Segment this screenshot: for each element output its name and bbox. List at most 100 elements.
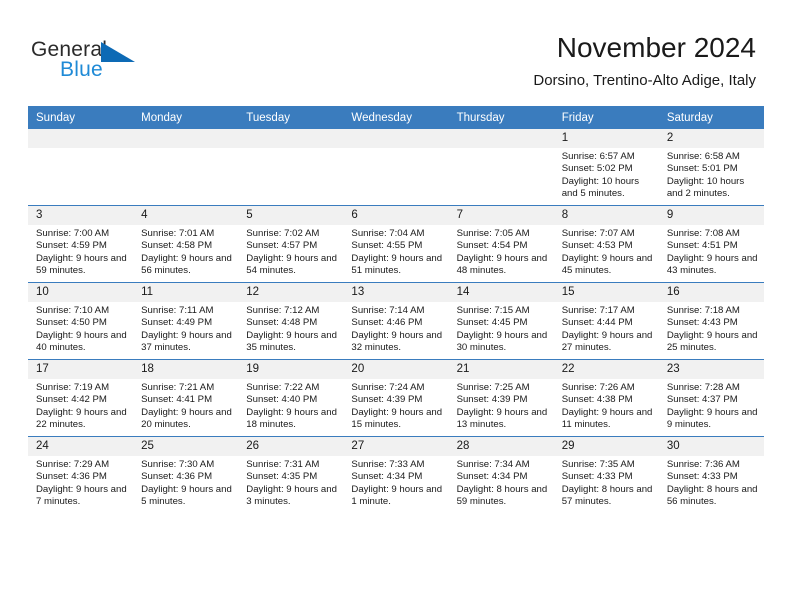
sunset-text: Sunset: 4:37 PM bbox=[666, 394, 738, 406]
sunset-text: Sunset: 4:40 PM bbox=[246, 394, 318, 406]
daylight-text: Daylight: 9 hours and 3 minutes. bbox=[246, 483, 337, 508]
sunrise-text: Sunrise: 7:14 AM bbox=[351, 305, 425, 316]
sunrise-text: Sunrise: 7:01 AM bbox=[141, 228, 215, 239]
daylight-text: Daylight: 9 hours and 5 minutes. bbox=[141, 483, 232, 508]
calendar-day-cell[interactable]: 30 Sunrise: 7:36 AM Sunset: 4:33 PM Dayligh… bbox=[658, 436, 764, 513]
general-blue-logo: General Blue bbox=[31, 38, 151, 82]
sunrise-text: Sunrise: 7:17 AM bbox=[561, 305, 635, 316]
day-details: Sunrise: 7:08 AM Sunset: 4:51 PM Daylight:… bbox=[659, 225, 764, 278]
calendar-day-cell[interactable]: 6 Sunrise: 7:04 AM Sunset: 4:55 PM Daylight… bbox=[343, 205, 449, 283]
daylight-text: Daylight: 8 hours and 57 minutes. bbox=[561, 483, 653, 508]
weekday-header-saturday: Saturday bbox=[658, 106, 764, 129]
day-details: Sunrise: 7:05 AM Sunset: 4:54 PM Daylight:… bbox=[449, 225, 554, 278]
day-details: Sunrise: 6:58 AM Sunset: 5:01 PM Daylight:… bbox=[659, 148, 764, 201]
sunset-text: Sunset: 5:01 PM bbox=[666, 163, 738, 175]
weekday-header-monday: Monday bbox=[133, 106, 239, 129]
calendar-day-cell[interactable]: 18 Sunrise: 7:21 AM Sunset: 4:41 PM Dayligh… bbox=[133, 359, 239, 437]
calendar-day-cell[interactable]: 22 Sunrise: 7:26 AM Sunset: 4:38 PM Dayligh… bbox=[553, 359, 659, 437]
day-number: 8 bbox=[553, 206, 659, 225]
day-details: Sunrise: 7:10 AM Sunset: 4:50 PM Daylight:… bbox=[28, 302, 133, 355]
calendar-day-cell[interactable]: 5 Sunrise: 7:02 AM Sunset: 4:57 PM Daylight… bbox=[238, 205, 344, 283]
calendar-day-cell[interactable]: 9 Sunrise: 7:08 AM Sunset: 4:51 PM Daylight… bbox=[658, 205, 764, 283]
day-number: 28 bbox=[448, 437, 554, 456]
day-number: 17 bbox=[28, 360, 134, 379]
calendar-day-cell[interactable]: 20 Sunrise: 7:24 AM Sunset: 4:39 PM Dayligh… bbox=[343, 359, 449, 437]
sunset-text: Sunset: 4:42 PM bbox=[36, 394, 107, 406]
day-number: 27 bbox=[343, 437, 449, 456]
weekday-header-wednesday: Wednesday bbox=[343, 106, 449, 129]
calendar-day-cell[interactable]: 4 Sunrise: 7:01 AM Sunset: 4:58 PM Daylight… bbox=[133, 205, 239, 283]
daylight-text: Daylight: 8 hours and 59 minutes. bbox=[456, 483, 548, 508]
calendar-day-cell[interactable]: 16 Sunrise: 7:18 AM Sunset: 4:43 PM Dayligh… bbox=[658, 282, 764, 360]
day-number bbox=[28, 129, 134, 148]
sunset-text: Sunset: 4:36 PM bbox=[141, 471, 213, 483]
calendar-day-cell[interactable]: 27 Sunrise: 7:33 AM Sunset: 4:34 PM Dayligh… bbox=[343, 436, 449, 513]
sunset-text: Sunset: 4:59 PM bbox=[36, 240, 107, 252]
day-number: 30 bbox=[658, 437, 764, 456]
daylight-text: Daylight: 9 hours and 1 minute. bbox=[351, 483, 443, 508]
day-details: Sunrise: 7:29 AM Sunset: 4:36 PM Daylight:… bbox=[28, 456, 133, 509]
day-details: Sunrise: 7:01 AM Sunset: 4:58 PM Daylight:… bbox=[133, 225, 238, 278]
sunrise-text: Sunrise: 7:08 AM bbox=[666, 228, 740, 239]
calendar-day-cell[interactable]: 2 Sunrise: 6:58 AM Sunset: 5:01 PM Daylight… bbox=[658, 129, 764, 206]
sunset-text: Sunset: 4:33 PM bbox=[666, 471, 738, 483]
sunrise-text: Sunrise: 7:02 AM bbox=[246, 228, 320, 239]
calendar-day-cell[interactable]: 21 Sunrise: 7:25 AM Sunset: 4:39 PM Dayligh… bbox=[448, 359, 554, 437]
day-number: 6 bbox=[343, 206, 449, 225]
day-number: 18 bbox=[133, 360, 239, 379]
calendar-day-cell[interactable]: 28 Sunrise: 7:34 AM Sunset: 4:34 PM Dayligh… bbox=[448, 436, 554, 513]
sunrise-text: Sunrise: 7:24 AM bbox=[351, 382, 425, 393]
sunrise-text: Sunrise: 7:21 AM bbox=[141, 382, 215, 393]
day-number: 9 bbox=[658, 206, 764, 225]
daylight-text: Daylight: 9 hours and 20 minutes. bbox=[141, 406, 232, 431]
page-subtitle: Dorsino, Trentino-Alto Adige, Italy bbox=[533, 72, 756, 89]
page-title: November 2024 bbox=[556, 32, 756, 63]
calendar-day-cell[interactable]: 24 Sunrise: 7:29 AM Sunset: 4:36 PM Dayligh… bbox=[28, 436, 134, 513]
sunrise-text: Sunrise: 7:34 AM bbox=[456, 459, 530, 470]
sunrise-text: Sunrise: 7:26 AM bbox=[561, 382, 635, 393]
sunset-text: Sunset: 4:38 PM bbox=[561, 394, 633, 406]
daylight-text: Daylight: 9 hours and 13 minutes. bbox=[456, 406, 548, 431]
daylight-text: Daylight: 9 hours and 35 minutes. bbox=[246, 329, 337, 354]
calendar-day-cell[interactable]: 11 Sunrise: 7:11 AM Sunset: 4:49 PM Dayligh… bbox=[133, 282, 239, 360]
sunrise-text: Sunrise: 7:15 AM bbox=[456, 305, 530, 316]
calendar-day-cell[interactable]: 10 Sunrise: 7:10 AM Sunset: 4:50 PM Dayligh… bbox=[28, 282, 134, 360]
calendar-week-row: 24 Sunrise: 7:29 AM Sunset: 4:36 PM Dayligh… bbox=[28, 436, 764, 513]
calendar-day-cell[interactable]: 1 Sunrise: 6:57 AM Sunset: 5:02 PM Daylight… bbox=[553, 129, 659, 206]
calendar-cell-empty bbox=[448, 129, 554, 206]
calendar-day-cell[interactable]: 12 Sunrise: 7:12 AM Sunset: 4:48 PM Dayligh… bbox=[238, 282, 344, 360]
day-details: Sunrise: 7:22 AM Sunset: 4:40 PM Daylight:… bbox=[238, 379, 343, 432]
calendar-day-cell[interactable]: 23 Sunrise: 7:28 AM Sunset: 4:37 PM Dayligh… bbox=[658, 359, 764, 437]
calendar-day-cell[interactable]: 8 Sunrise: 7:07 AM Sunset: 4:53 PM Daylight… bbox=[553, 205, 659, 283]
calendar-day-cell[interactable]: 13 Sunrise: 7:14 AM Sunset: 4:46 PM Dayligh… bbox=[343, 282, 449, 360]
weekday-header-friday: Friday bbox=[553, 106, 659, 129]
calendar-header-row: Sunday Monday Tuesday Wednesday Thursday… bbox=[28, 106, 764, 129]
calendar-day-cell[interactable]: 29 Sunrise: 7:35 AM Sunset: 4:33 PM Dayligh… bbox=[553, 436, 659, 513]
calendar-day-cell[interactable]: 15 Sunrise: 7:17 AM Sunset: 4:44 PM Dayligh… bbox=[553, 282, 659, 360]
calendar-day-cell[interactable]: 26 Sunrise: 7:31 AM Sunset: 4:35 PM Dayligh… bbox=[238, 436, 344, 513]
day-details: Sunrise: 7:31 AM Sunset: 4:35 PM Daylight:… bbox=[238, 456, 343, 509]
day-details: Sunrise: 7:07 AM Sunset: 4:53 PM Daylight:… bbox=[554, 225, 659, 278]
sunrise-text: Sunrise: 7:18 AM bbox=[666, 305, 740, 316]
calendar-day-cell[interactable]: 3 Sunrise: 7:00 AM Sunset: 4:59 PM Daylight… bbox=[28, 205, 134, 283]
day-number: 11 bbox=[133, 283, 239, 302]
calendar-day-cell[interactable]: 17 Sunrise: 7:19 AM Sunset: 4:42 PM Dayligh… bbox=[28, 359, 134, 437]
sunset-text: Sunset: 4:34 PM bbox=[351, 471, 423, 483]
calendar-day-cell[interactable]: 25 Sunrise: 7:30 AM Sunset: 4:36 PM Dayligh… bbox=[133, 436, 239, 513]
logo-text-blue: Blue bbox=[60, 58, 103, 81]
sunset-text: Sunset: 4:39 PM bbox=[351, 394, 423, 406]
calendar-day-cell[interactable]: 19 Sunrise: 7:22 AM Sunset: 4:40 PM Dayligh… bbox=[238, 359, 344, 437]
sunset-text: Sunset: 4:57 PM bbox=[246, 240, 318, 252]
calendar-day-cell[interactable]: 14 Sunrise: 7:15 AM Sunset: 4:45 PM Dayligh… bbox=[448, 282, 554, 360]
sunrise-text: Sunrise: 7:00 AM bbox=[36, 228, 110, 239]
calendar-cell-empty bbox=[133, 129, 239, 206]
sunset-text: Sunset: 4:44 PM bbox=[561, 317, 633, 329]
sunrise-text: Sunrise: 7:11 AM bbox=[141, 305, 214, 316]
calendar-week-row: 10 Sunrise: 7:10 AM Sunset: 4:50 PM Dayligh… bbox=[28, 282, 764, 360]
calendar-day-cell[interactable]: 7 Sunrise: 7:05 AM Sunset: 4:54 PM Daylight… bbox=[448, 205, 554, 283]
day-details: Sunrise: 7:00 AM Sunset: 4:59 PM Daylight:… bbox=[28, 225, 133, 278]
sunset-text: Sunset: 4:39 PM bbox=[456, 394, 528, 406]
sunset-text: Sunset: 5:02 PM bbox=[561, 163, 633, 175]
day-details: Sunrise: 7:18 AM Sunset: 4:43 PM Daylight:… bbox=[659, 302, 764, 355]
sunrise-text: Sunrise: 7:31 AM bbox=[246, 459, 320, 470]
